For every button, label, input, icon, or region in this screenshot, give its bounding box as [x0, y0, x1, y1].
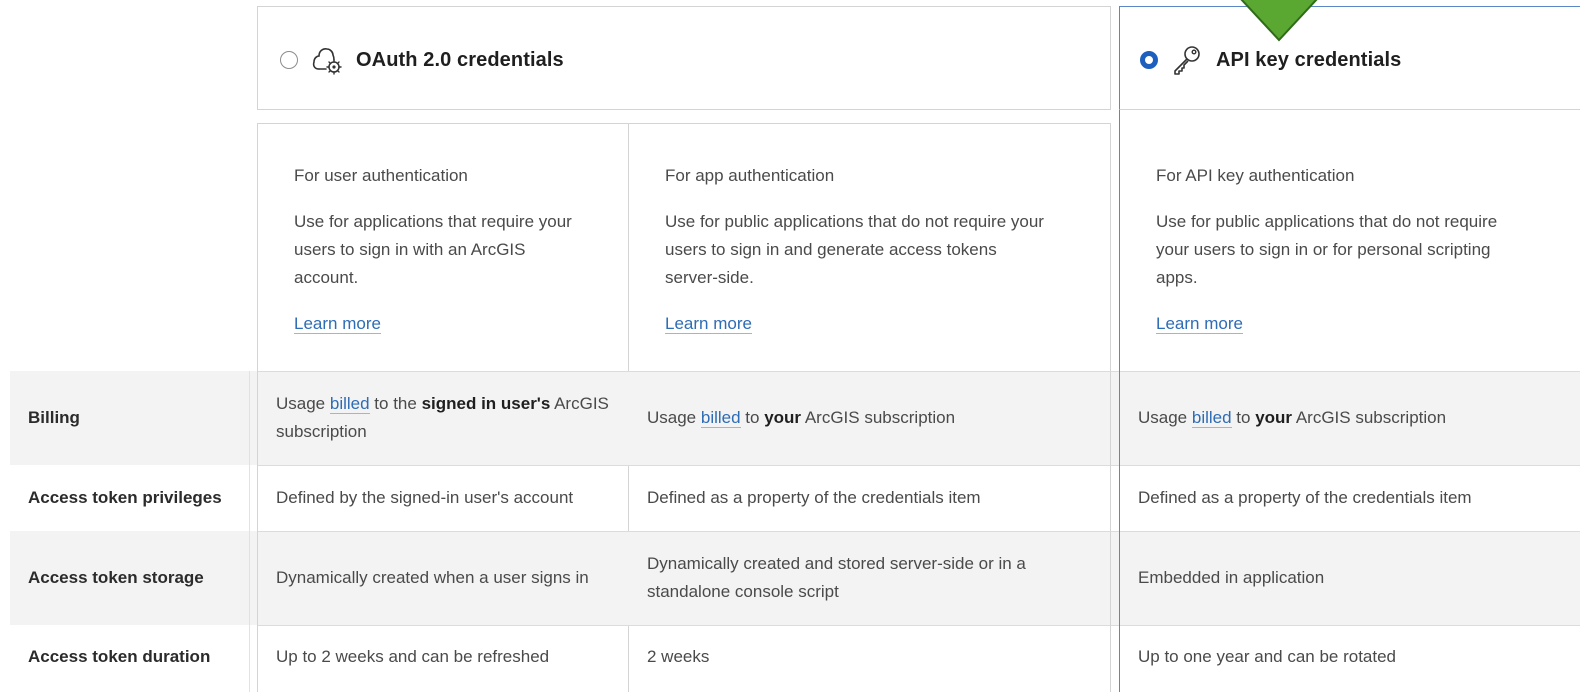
duration-user-cell: Up to 2 weeks and can be refreshed	[276, 647, 550, 666]
privileges-app-cell: Defined as a property of the credentials…	[647, 488, 981, 507]
oauth-credentials-card[interactable]: OAuth 2.0 credentials	[257, 6, 1111, 110]
billed-link[interactable]: billed	[700, 408, 741, 428]
duration-app-cell: 2 weeks	[647, 647, 710, 666]
row-label-storage: Access token storage	[28, 568, 204, 587]
key-icon	[1174, 46, 1200, 75]
api-key-auth-body: Use for public applications that do not …	[1156, 212, 1498, 287]
row-label-billing: Billing	[28, 408, 80, 427]
api-key-auth-learn-more-link[interactable]: Learn more	[1156, 314, 1243, 334]
oauth-cloud-gear-icon	[312, 48, 342, 75]
storage-user-cell: Dynamically created when a user signs in	[276, 568, 589, 587]
storage-api-key-cell: Embedded in application	[1138, 568, 1325, 587]
user-auth-learn-more-link[interactable]: Learn more	[294, 314, 381, 334]
oauth-radio[interactable]	[280, 51, 298, 69]
api-key-radio[interactable]	[1140, 51, 1158, 69]
app-auth-heading: For app authentication	[665, 166, 835, 185]
api-key-auth-heading: For API key authentication	[1156, 166, 1355, 185]
privileges-api-key-cell: Defined as a property of the credentials…	[1138, 488, 1472, 507]
row-label-duration: Access token duration	[28, 647, 211, 666]
api-key-auth-description: For API key authentication Use for publi…	[1120, 124, 1560, 338]
user-auth-description: For user authentication Use for applicat…	[258, 124, 628, 338]
duration-api-key-cell: Up to one year and can be rotated	[1138, 647, 1397, 666]
billing-user-cell: Usage billed to the signed in user's Arc…	[276, 394, 609, 441]
pointer-arrow-icon	[1240, 0, 1318, 42]
billed-link[interactable]: billed	[329, 394, 370, 414]
billing-api-key-cell: Usage billed to your ArcGIS subscription	[1138, 408, 1447, 428]
storage-app-cell: Dynamically created and stored server-si…	[647, 554, 1026, 601]
user-auth-heading: For user authentication	[294, 166, 468, 185]
privileges-user-cell: Defined by the signed-in user's account	[276, 488, 574, 507]
app-auth-learn-more-link[interactable]: Learn more	[665, 314, 752, 334]
app-auth-description: For app authentication Use for public ap…	[629, 124, 1081, 338]
row-label-privileges: Access token privileges	[28, 488, 222, 507]
billing-app-cell: Usage billed to your ArcGIS subscription	[647, 408, 956, 428]
api-key-credentials-card[interactable]: API key credentials	[1119, 6, 1580, 110]
api-key-title: API key credentials	[1216, 48, 1402, 71]
app-auth-body: Use for public applications that do not …	[665, 212, 1044, 287]
oauth-title: OAuth 2.0 credentials	[356, 48, 564, 71]
billed-link[interactable]: billed	[1191, 408, 1232, 428]
user-auth-body: Use for applications that require your u…	[294, 212, 572, 287]
